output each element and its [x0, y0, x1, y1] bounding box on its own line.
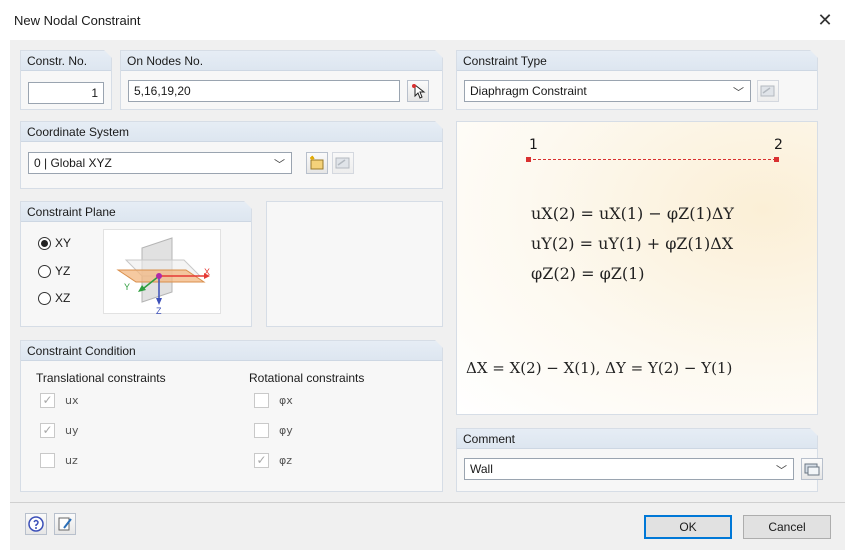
new-coordinate-system-button[interactable]: [306, 152, 328, 174]
coordinate-system-header: Coordinate System: [21, 121, 443, 142]
comment-select[interactable]: Wall ﹀: [464, 458, 794, 480]
checkbox-box: ✓: [254, 453, 269, 468]
constraint-type-value: Diaphragm Constraint: [470, 84, 587, 98]
node-1-label: 1: [529, 137, 538, 153]
constraint-type-header: Constraint Type: [457, 50, 818, 71]
new-coordinate-system-icon: [310, 155, 324, 170]
nodes-input[interactable]: 5,16,19,20: [128, 80, 400, 102]
edit-button[interactable]: [54, 513, 76, 535]
checkbox-box: [254, 393, 269, 408]
pick-nodes-button[interactable]: [407, 80, 429, 102]
checkbox-box: [40, 453, 55, 468]
coordinate-system-value: 0 | Global XYZ: [34, 156, 112, 170]
checkbox-uy[interactable]: ✓ uy: [40, 423, 78, 438]
constraint-type-select[interactable]: Diaphragm Constraint ﹀: [464, 80, 751, 102]
checkbox-phiz[interactable]: ✓ φz: [254, 453, 292, 468]
axis-z-label: Z: [156, 306, 162, 315]
plane-xz-radio[interactable]: XZ: [38, 291, 70, 305]
checkbox-phix[interactable]: φx: [254, 393, 293, 408]
uz-label: uz: [65, 454, 78, 467]
plane-yz-label: YZ: [55, 264, 71, 278]
phiy-label: φy: [279, 424, 293, 437]
chevron-down-icon: ﹀: [733, 87, 744, 99]
diagram-line: [528, 159, 776, 160]
title-bar: New Nodal Constraint ✕: [0, 0, 845, 40]
window-title: New Nodal Constraint: [14, 13, 141, 28]
constr-no-header: Constr. No.: [21, 50, 112, 71]
library-icon: [804, 463, 820, 476]
coordinate-planes-illustration: X Y Z: [116, 237, 210, 316]
constr-no-input[interactable]: 1: [28, 82, 104, 104]
empty-panel: [266, 201, 443, 327]
checkbox-box: ✓: [40, 423, 55, 438]
cancel-button[interactable]: Cancel: [743, 515, 831, 539]
comment-library-button[interactable]: [801, 458, 823, 480]
node-2-marker: [774, 157, 779, 162]
equation-4: ΔX = X(2) − X(1), ΔY = Y(2) − Y(1): [466, 359, 733, 377]
axis-x-label: X: [204, 267, 210, 277]
edit-icon: [58, 517, 72, 531]
checkbox-box: ✓: [40, 393, 55, 408]
radio-unselected: [38, 264, 51, 278]
plane-xy-radio[interactable]: XY: [38, 236, 71, 250]
radio-unselected: [38, 291, 51, 305]
equation-2: uY(2) = uY(1) + φZ(1)ΔX: [531, 234, 734, 253]
plane-xz-label: XZ: [55, 291, 71, 305]
checkbox-box: [254, 423, 269, 438]
close-icon[interactable]: ✕: [813, 9, 837, 33]
equation-3: φZ(2) = φZ(1): [531, 264, 645, 283]
nodes-header: On Nodes No.: [121, 50, 443, 71]
constraint-condition-group: Constraint Condition: [20, 340, 443, 492]
plane-xy-label: XY: [55, 236, 72, 250]
checkbox-uz[interactable]: uz: [40, 453, 78, 468]
chevron-down-icon: ﹀: [274, 159, 285, 171]
ux-label: ux: [65, 394, 79, 407]
separator: [10, 502, 845, 503]
edit-library-icon: [760, 85, 775, 97]
constraint-condition-header: Constraint Condition: [21, 340, 443, 361]
help-icon: [28, 516, 44, 532]
equation-1: uX(2) = uX(1) − φZ(1)ΔY: [531, 204, 734, 223]
constraint-plane-header: Constraint Plane: [21, 201, 252, 222]
checkbox-ux[interactable]: ✓ ux: [40, 393, 78, 408]
phiz-label: φz: [279, 454, 293, 467]
edit-library-icon: [335, 157, 350, 169]
node-1-marker: [526, 157, 531, 162]
chevron-down-icon: ﹀: [776, 465, 787, 477]
node-2-label: 2: [774, 137, 783, 153]
pick-cursor-icon: [412, 83, 426, 99]
rotational-title: Rotational constraints: [249, 371, 365, 385]
coordinate-system-select[interactable]: 0 | Global XYZ ﹀: [28, 152, 292, 174]
phix-label: φx: [279, 394, 293, 407]
uy-label: uy: [65, 424, 79, 437]
checkbox-phiy[interactable]: φy: [254, 423, 293, 438]
plane-diagram: X Y Z: [103, 229, 221, 316]
help-button[interactable]: [25, 513, 47, 535]
comment-value: Wall: [470, 462, 493, 476]
constraint-type-edit-button[interactable]: [757, 80, 779, 102]
comment-header: Comment: [457, 428, 818, 449]
ok-button[interactable]: OK: [644, 515, 732, 539]
radio-selected: [38, 236, 51, 250]
plane-yz-radio[interactable]: YZ: [38, 264, 70, 278]
translational-title: Translational constraints: [36, 371, 166, 385]
axis-y-label: Y: [124, 282, 130, 292]
edit-coordinate-system-button[interactable]: [332, 152, 354, 174]
